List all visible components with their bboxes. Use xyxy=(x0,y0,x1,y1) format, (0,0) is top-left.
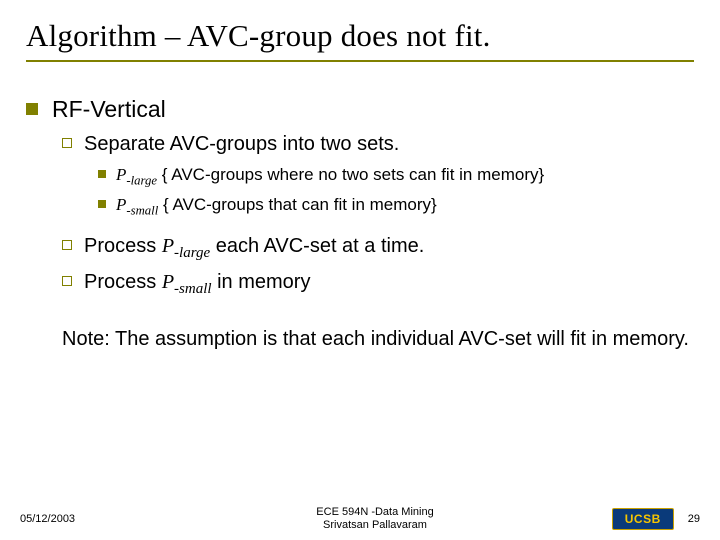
author-name: Srivatsan Pallavaram xyxy=(170,519,580,532)
text: { AVC-groups where no two sets can fit i… xyxy=(157,165,544,184)
page-number: 29 xyxy=(688,513,700,525)
subscript: -large xyxy=(174,245,210,261)
square-bullet-icon xyxy=(26,103,38,115)
small-square-bullet-icon xyxy=(98,170,106,178)
square-outline-bullet-icon xyxy=(62,276,72,286)
text: Process xyxy=(84,271,162,293)
list-item: Process P-small in memory xyxy=(62,269,694,299)
text: P-large { AVC-groups where no two sets c… xyxy=(116,164,544,190)
course-name: ECE 594N -Data Mining xyxy=(170,506,580,519)
footer-center: ECE 594N -Data Mining Srivatsan Pallavar… xyxy=(170,506,580,532)
footer-right: UCSB 29 xyxy=(580,508,700,530)
text: Process P-small in memory xyxy=(84,269,310,299)
list-item: P-small { AVC-groups that can fit in mem… xyxy=(98,194,694,220)
content-area: RF-Vertical Separate AVC-groups into two… xyxy=(26,70,694,540)
small-square-bullet-icon xyxy=(98,200,106,208)
ucsb-logo: UCSB xyxy=(612,508,674,530)
heading-level-1: RF-Vertical xyxy=(52,96,166,123)
text: each AVC-set at a time. xyxy=(210,235,424,257)
text: Process xyxy=(84,235,162,257)
var-p: P xyxy=(162,271,174,293)
text: Separate AVC-groups into two sets. xyxy=(84,131,399,158)
text: { AVC-groups that can fit in memory} xyxy=(158,195,436,214)
square-outline-bullet-icon xyxy=(62,138,72,148)
footer-date: 05/12/2003 xyxy=(20,513,170,525)
subscript: -small xyxy=(126,203,158,217)
list-item: Process P-large each AVC-set at a time. xyxy=(62,233,694,263)
slide-title: Algorithm – AVC-group does not fit. xyxy=(26,18,694,54)
var-p: P xyxy=(162,235,174,257)
text: P-small { AVC-groups that can fit in mem… xyxy=(116,194,437,220)
var-p: P xyxy=(116,195,126,214)
list-item: Separate AVC-groups into two sets. xyxy=(62,131,694,158)
subscript: -small xyxy=(174,281,212,297)
var-p: P xyxy=(116,165,126,184)
footer: 05/12/2003 ECE 594N -Data Mining Srivats… xyxy=(0,506,720,532)
note-text: Note: The assumption is that each indivi… xyxy=(62,326,694,352)
square-outline-bullet-icon xyxy=(62,240,72,250)
subscript: -large xyxy=(126,173,157,187)
text: in memory xyxy=(212,271,311,293)
text: Process P-large each AVC-set at a time. xyxy=(84,233,424,263)
list-item: P-large { AVC-groups where no two sets c… xyxy=(98,164,694,190)
title-underline xyxy=(26,60,694,62)
list-item: RF-Vertical xyxy=(26,96,694,123)
slide: Algorithm – AVC-group does not fit. RF-V… xyxy=(0,0,720,540)
